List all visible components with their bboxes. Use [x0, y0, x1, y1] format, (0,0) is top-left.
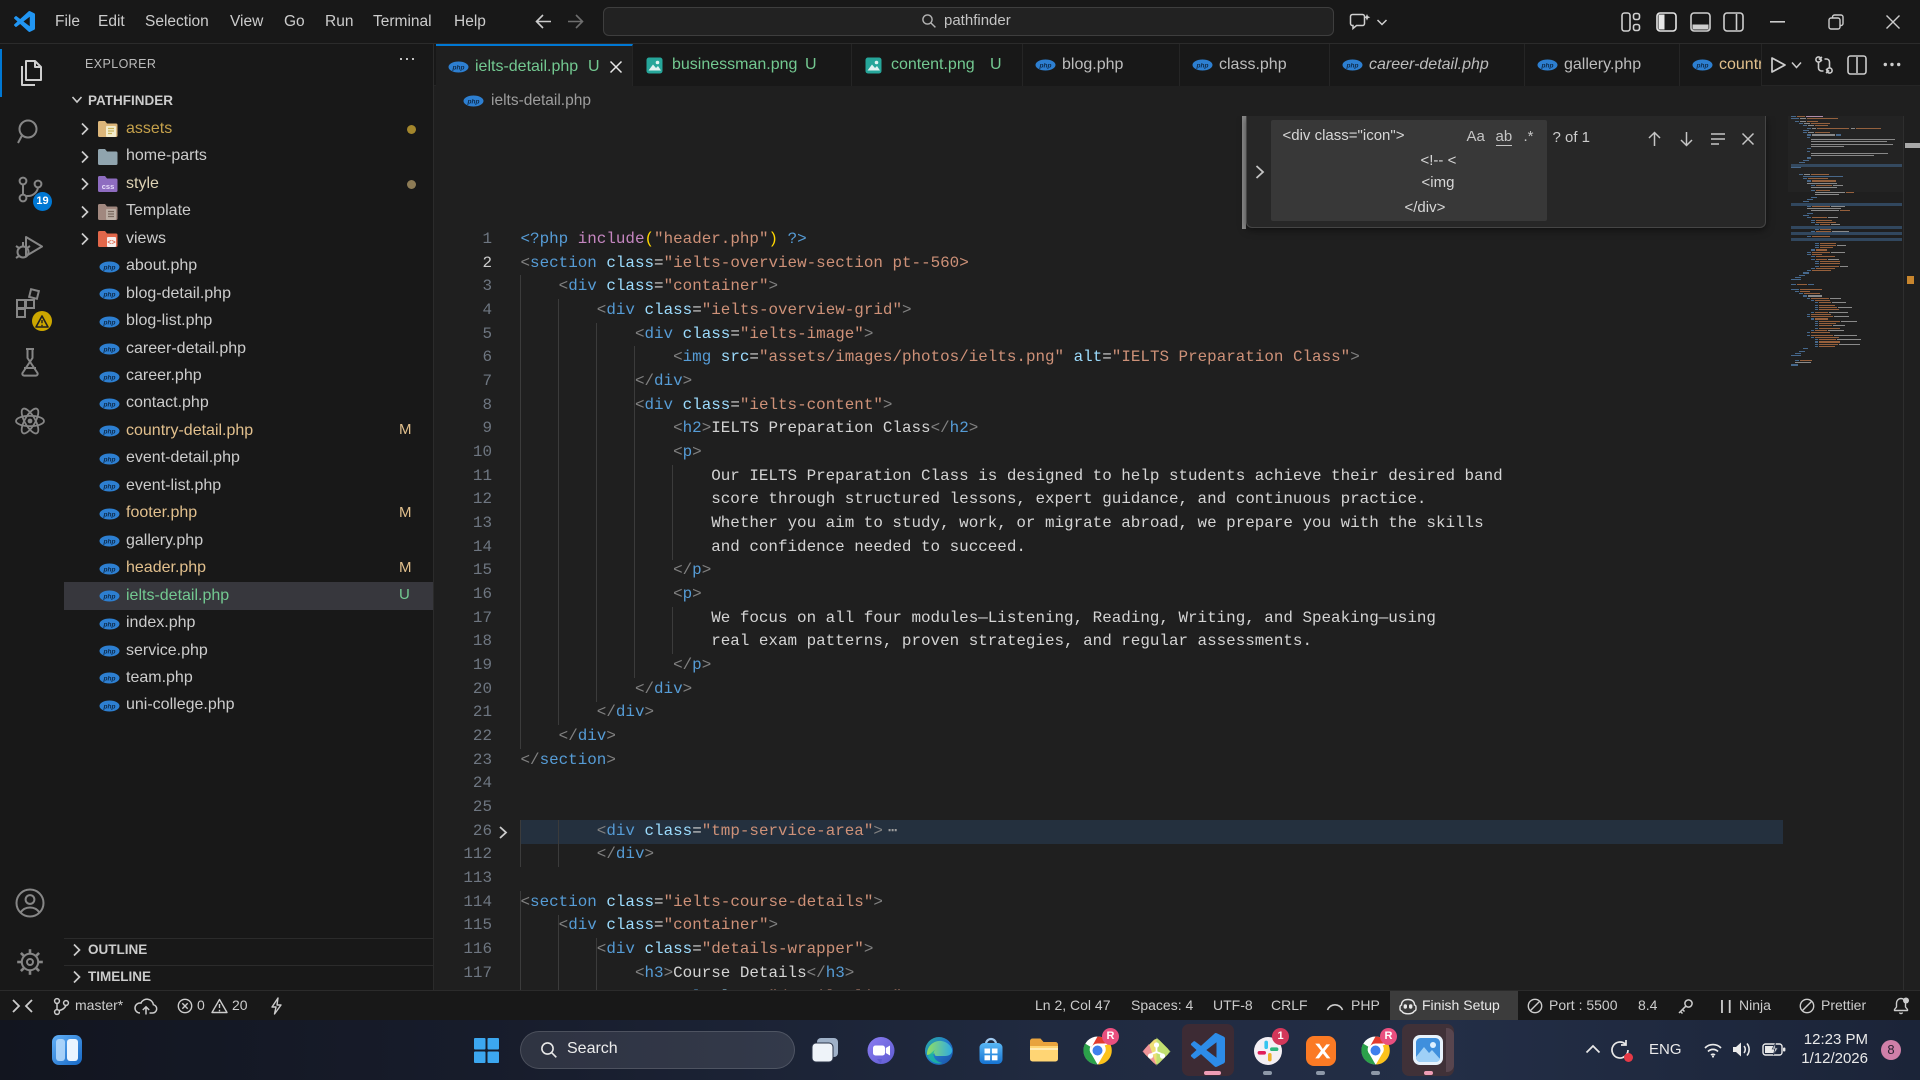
svg-text:php: php	[103, 401, 116, 408]
svg-text:php: php	[103, 566, 116, 573]
svg-text:php: php	[103, 511, 116, 518]
svg-text:php: php	[103, 621, 116, 628]
svg-text:php: php	[103, 703, 116, 710]
svg-text:php: php	[1196, 62, 1209, 69]
svg-text:php: php	[1696, 62, 1709, 69]
svg-text:php: php	[103, 456, 116, 463]
svg-text:css: css	[102, 182, 115, 191]
svg-text:php: php	[103, 346, 116, 353]
svg-text:php: php	[103, 264, 116, 271]
svg-text:php: php	[103, 319, 116, 326]
svg-text:php: php	[1541, 62, 1554, 69]
svg-text:php: php	[1039, 62, 1052, 69]
svg-text:php: php	[103, 676, 116, 683]
svg-text:php: php	[103, 429, 116, 436]
svg-text:php: php	[1346, 62, 1359, 69]
svg-text:php: php	[103, 593, 116, 600]
svg-text:<>: <>	[107, 240, 115, 247]
svg-text:php: php	[103, 374, 116, 381]
svg-text:php: php	[452, 64, 465, 71]
svg-text:php: php	[103, 291, 116, 298]
svg-text:php: php	[103, 484, 116, 491]
svg-text:php: php	[467, 98, 480, 105]
svg-text:php: php	[103, 538, 116, 545]
svg-text:php: php	[103, 648, 116, 655]
